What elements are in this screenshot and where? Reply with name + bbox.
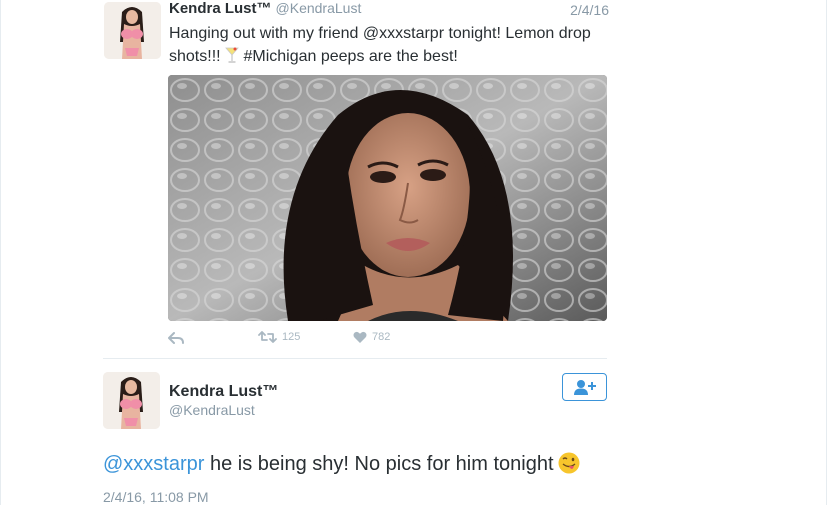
- follow-user-icon: [573, 380, 596, 395]
- tweet-header: Kendra Lust™ @KendraLust 2/4/16: [169, 0, 609, 20]
- tweet-text: Hanging out with my friend @xxxstarpr to…: [169, 22, 599, 68]
- tweet-text-body: he is being shy! No pics for him tonight: [204, 453, 554, 475]
- tweet-timestamp: 2/4/16, 11:08 PM: [103, 489, 209, 505]
- winking-tongue-face-icon: [558, 452, 579, 474]
- tweet-text-part2: #Michigan peeps are the best!: [239, 48, 458, 65]
- follow-button[interactable]: [562, 373, 607, 401]
- user-handle[interactable]: @KendraLust: [276, 0, 362, 16]
- tweet-date[interactable]: 2/4/16: [570, 2, 609, 18]
- divider: [103, 358, 607, 359]
- display-name[interactable]: Kendra Lust™: [169, 0, 272, 17]
- display-name[interactable]: Kendra Lust™: [169, 383, 278, 401]
- heart-icon: [353, 331, 367, 343]
- retweet-icon: [258, 331, 277, 343]
- like-button[interactable]: 782: [353, 331, 390, 343]
- retweet-button[interactable]: 125: [258, 331, 300, 343]
- like-count: 782: [372, 331, 391, 343]
- reply-icon: [168, 332, 184, 344]
- reply-button[interactable]: [168, 331, 184, 345]
- avatar[interactable]: [103, 372, 160, 429]
- cocktail-glass-icon: [225, 47, 239, 63]
- avatar[interactable]: [104, 2, 161, 59]
- tweet-photo[interactable]: [168, 75, 607, 321]
- user-handle[interactable]: @KendraLust: [169, 402, 255, 418]
- retweet-count: 125: [282, 331, 301, 343]
- tweet-text: @xxxstarpr he is being shy! No pics for …: [103, 452, 580, 476]
- mention-link[interactable]: @xxxstarpr: [103, 453, 204, 475]
